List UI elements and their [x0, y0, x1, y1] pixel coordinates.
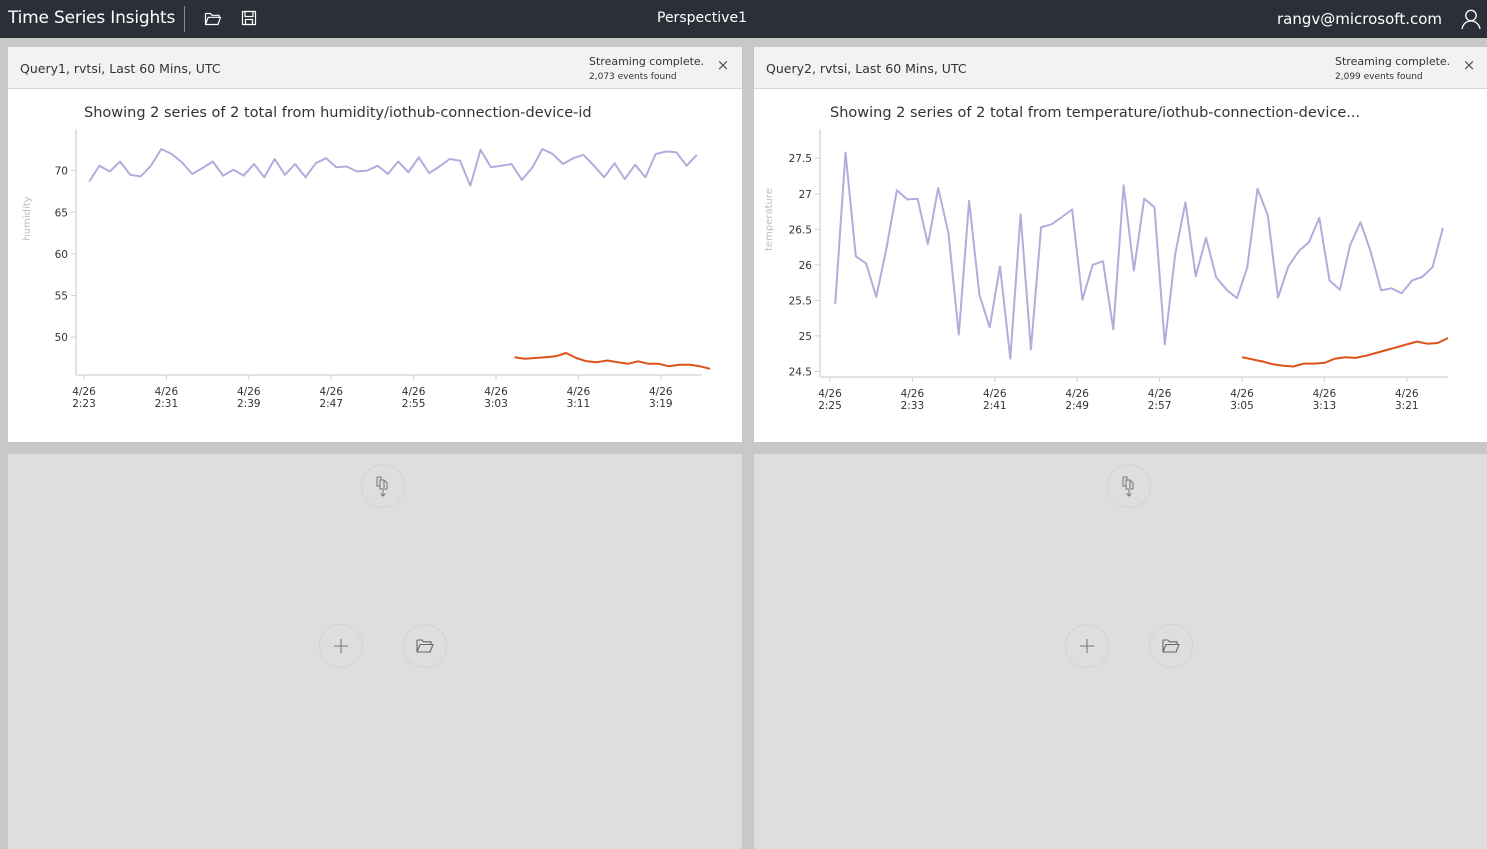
x-tick-label-time: 2:25: [818, 400, 842, 412]
paste-query-icon: [376, 476, 388, 497]
events-found: 2,073 events found: [589, 72, 677, 82]
y-axis-label: humidity: [22, 196, 33, 240]
x-tick-label-time: 2:55: [402, 398, 426, 410]
x-tick-label-time: 3:05: [1230, 400, 1254, 412]
series-line-series-2: [514, 352, 711, 370]
y-tick-label: 25.5: [789, 295, 812, 307]
status-text: Streaming complete.: [1335, 55, 1451, 68]
temperature-chart[interactable]: 24.52525.52626.52727.5temperature4/262:2…: [754, 89, 1487, 442]
y-tick-label: 24.5: [789, 366, 812, 378]
x-tick-label-date: 4/26: [649, 386, 673, 398]
query-label[interactable]: Query1, rvtsi, Last 60 Mins, UTC: [20, 61, 221, 76]
empty-panel: [754, 454, 1487, 849]
series-line-series-1: [88, 148, 698, 187]
x-tick-label-date: 4/26: [402, 386, 426, 398]
x-tick-label-date: 4/26: [1148, 388, 1172, 400]
open-query-button[interactable]: [403, 624, 447, 668]
x-tick-label-time: 2:41: [983, 400, 1007, 412]
perspective-name[interactable]: Perspective1: [0, 10, 1404, 26]
open-folder-icon: [1162, 639, 1180, 653]
y-tick-label: 70: [55, 166, 68, 178]
open-query-button[interactable]: [1149, 624, 1193, 668]
x-tick-label-time: 2:31: [155, 398, 179, 410]
y-tick-label: 26: [799, 260, 813, 272]
streaming-status: Streaming complete. 2,073 events found: [589, 55, 704, 82]
x-tick-label-time: 3:21: [1395, 400, 1419, 412]
add-query-button[interactable]: [1065, 624, 1109, 668]
y-tick-label: 65: [55, 207, 68, 219]
x-tick-label-date: 4/26: [1395, 388, 1419, 400]
x-tick-label-date: 4/26: [1313, 388, 1337, 400]
streaming-status: Streaming complete. 2,099 events found: [1335, 55, 1450, 82]
x-tick-label-date: 4/26: [484, 386, 508, 398]
x-tick-label-date: 4/26: [818, 388, 842, 400]
series-line-series-1: [834, 151, 1444, 360]
panel-header: Query2, rvtsi, Last 60 Mins, UTC Streami…: [754, 47, 1487, 89]
empty-panel: [8, 454, 742, 849]
paste-query-button[interactable]: [1107, 464, 1151, 508]
x-tick-label-time: 2:49: [1065, 400, 1089, 412]
query-label[interactable]: Query2, rvtsi, Last 60 Mins, UTC: [766, 61, 967, 76]
x-tick-label-time: 2:47: [319, 398, 343, 410]
paste-query-icon: [1122, 476, 1134, 497]
x-tick-label-time: 3:19: [649, 398, 673, 410]
x-tick-label-date: 4/26: [567, 386, 591, 398]
panel-header: Query1, rvtsi, Last 60 Mins, UTC Streami…: [8, 47, 742, 89]
user-icon[interactable]: [1460, 8, 1482, 30]
x-tick-label-time: 2:33: [901, 400, 925, 412]
x-tick-label-time: 3:11: [567, 398, 591, 410]
x-tick-label-time: 3:03: [484, 398, 508, 410]
x-tick-label-date: 4/26: [901, 388, 925, 400]
x-tick-label-date: 4/26: [72, 386, 96, 398]
x-tick-label-date: 4/26: [319, 386, 343, 398]
y-tick-label: 26.5: [789, 224, 812, 236]
top-bar: Time Series Insights Perspective1 rangv@…: [0, 0, 1487, 38]
humidity-chart[interactable]: 5055606570humidity4/262:234/262:314/262:…: [8, 89, 742, 442]
chart-panel-query2: Query2, rvtsi, Last 60 Mins, UTC Streami…: [754, 47, 1487, 442]
close-icon[interactable]: ×: [1462, 58, 1476, 73]
y-tick-label: 27: [799, 189, 812, 201]
events-found: 2,099 events found: [1335, 72, 1423, 82]
y-tick-label: 50: [55, 332, 68, 344]
y-tick-label: 25: [799, 331, 812, 343]
y-tick-label: 27.5: [789, 153, 812, 165]
add-icon: [334, 639, 348, 653]
x-tick-label-date: 4/26: [237, 386, 261, 398]
series-line-series-2: [1241, 337, 1449, 368]
status-text: Streaming complete.: [589, 55, 705, 68]
x-tick-label-time: 3:13: [1313, 400, 1337, 412]
open-folder-icon: [416, 639, 434, 653]
y-axis-label: temperature: [764, 188, 775, 251]
x-tick-label-time: 2:57: [1148, 400, 1172, 412]
y-tick-label: 60: [55, 249, 68, 261]
close-icon[interactable]: ×: [716, 58, 730, 73]
x-tick-label-date: 4/26: [983, 388, 1007, 400]
y-tick-label: 55: [55, 291, 68, 303]
x-tick-label-date: 4/26: [1230, 388, 1254, 400]
x-tick-label-time: 2:23: [72, 398, 96, 410]
add-query-button[interactable]: [319, 624, 363, 668]
x-tick-label-date: 4/26: [1065, 388, 1089, 400]
add-icon: [1080, 639, 1094, 653]
x-tick-label-date: 4/26: [155, 386, 179, 398]
user-email[interactable]: rangv@microsoft.com: [1277, 10, 1442, 28]
x-tick-label-time: 2:39: [237, 398, 261, 410]
chart-panel-query1: Query1, rvtsi, Last 60 Mins, UTC Streami…: [8, 47, 742, 442]
paste-query-button[interactable]: [361, 464, 405, 508]
